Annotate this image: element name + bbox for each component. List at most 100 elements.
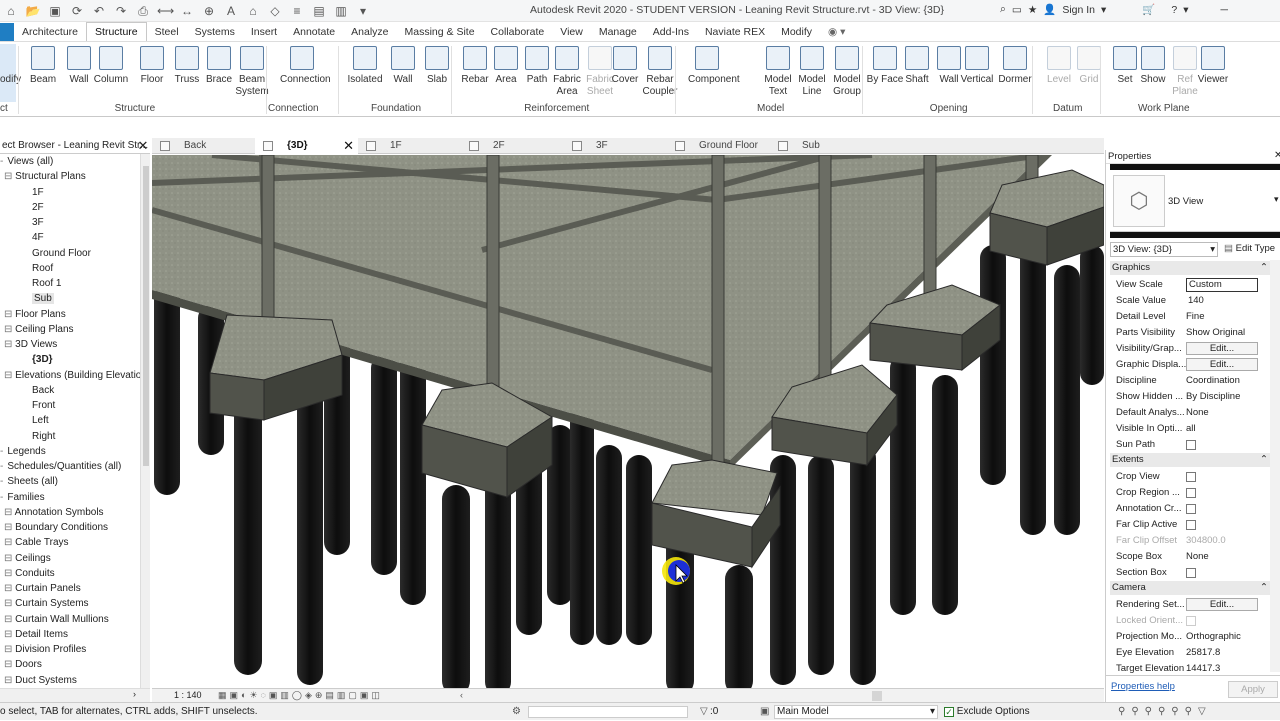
expand-toggle-icon[interactable]: ⊟ — [4, 339, 15, 350]
checkbox[interactable] — [1186, 472, 1196, 482]
ribbon-tab-naviate-rex[interactable]: Naviate REX — [697, 23, 773, 41]
browser-node[interactable]: ⊟ Doors — [0, 657, 140, 672]
browser-node[interactable]: Front — [0, 398, 140, 413]
opening-panel-label[interactable]: Opening — [930, 103, 968, 114]
measure-icon[interactable]: ⟷ — [157, 3, 174, 19]
save-icon[interactable]: ▣ — [47, 3, 63, 19]
3d-view-icon[interactable]: ⌂ — [245, 3, 261, 19]
property-value[interactable]: None — [1186, 405, 1262, 421]
beam-button[interactable]: Beam — [24, 44, 62, 86]
beam-system-button[interactable]: Beam System — [230, 44, 274, 98]
browser-node[interactable]: ⊟ Ceilings — [0, 551, 140, 566]
design-option-dropdown[interactable]: Main Model ▾ — [774, 705, 938, 719]
property-group-header[interactable]: Camera ⌃ — [1110, 581, 1272, 595]
expand-toggle-icon[interactable]: - — [0, 492, 3, 503]
chevron-down-icon[interactable]: ▾ — [1183, 4, 1188, 16]
ribbon-tab-modify[interactable]: Modify — [773, 23, 820, 41]
property-group-header[interactable]: Extents ⌃ — [1110, 453, 1272, 467]
view-instance-selector[interactable]: 3D View: {3D} ▾ — [1110, 242, 1218, 257]
print-icon[interactable]: ⎙ — [135, 3, 151, 19]
browser-node[interactable]: ⊟ Conduits — [0, 566, 140, 581]
browser-node[interactable]: 4F — [0, 230, 140, 245]
expand-toggle-icon[interactable]: ⊟ — [4, 629, 15, 640]
customize-qat-icon[interactable]: ▾ — [355, 3, 371, 19]
ribbon-tab-annotate[interactable]: Annotate — [285, 23, 343, 41]
scroll-right-icon[interactable]: › — [133, 689, 136, 699]
sign-in-link[interactable]: Sign In — [1062, 4, 1095, 16]
tag-icon[interactable]: ⊕ — [201, 3, 217, 19]
vertical-button[interactable]: Vertical — [958, 44, 996, 86]
browser-node[interactable]: 1F — [0, 185, 140, 200]
contextual-tab-icon[interactable]: ◉ ▾ — [820, 23, 853, 41]
open-icon[interactable]: 📂 — [25, 3, 41, 19]
expand-toggle-icon[interactable]: ⊟ — [4, 370, 15, 381]
project-browser-hscrollbar[interactable]: › — [0, 688, 150, 702]
browser-node[interactable]: - Views (all) — [0, 154, 140, 169]
view-tab[interactable]: 1F — [358, 138, 461, 154]
property-value[interactable]: 1:140 — [1186, 293, 1262, 309]
column-button[interactable]: Column — [92, 44, 130, 86]
project-browser-scrollbar[interactable] — [140, 154, 150, 688]
scrollbar-thumb[interactable] — [872, 691, 882, 701]
browser-node[interactable]: ⊟ Ceiling Plans — [0, 322, 140, 337]
expand-toggle-icon[interactable]: ⊟ — [4, 553, 15, 564]
help-search-icon[interactable]: ▭ — [1012, 4, 1022, 16]
ribbon-tab-structure[interactable]: Structure — [86, 22, 147, 41]
ribbon-tab-collaborate[interactable]: Collaborate — [483, 23, 553, 41]
component-button[interactable]: Component — [688, 44, 740, 86]
workset-dropdown[interactable] — [528, 706, 688, 718]
chevron-down-icon[interactable]: ▾ — [1101, 4, 1106, 16]
isolated-button[interactable]: Isolated — [346, 44, 384, 86]
edit-button[interactable]: Edit... — [1186, 342, 1258, 355]
browser-node[interactable]: ⊟ Cable Trays — [0, 535, 140, 550]
property-value[interactable]: Fine — [1186, 309, 1262, 325]
selection-option-icons[interactable]: ⚲⚲⚲⚲⚲⚲▽ — [1118, 703, 1212, 721]
expand-toggle-icon[interactable]: ⊟ — [4, 659, 15, 670]
checkbox[interactable] — [1186, 616, 1196, 626]
switch-windows-icon[interactable]: ▥ — [333, 3, 349, 19]
filter-icon[interactable]: ▽ — [700, 703, 708, 721]
browser-node[interactable]: - Sheets (all) — [0, 474, 140, 489]
browser-node[interactable]: ⊟ Boundary Conditions — [0, 520, 140, 535]
floor-button[interactable]: Floor — [133, 44, 171, 86]
collapse-icon[interactable]: ⌃ — [1260, 453, 1268, 467]
thin-lines-icon[interactable]: ≡ — [289, 3, 305, 19]
ribbon-tab-add-ins[interactable]: Add-Ins — [645, 23, 697, 41]
property-value[interactable]: Edit... — [1186, 597, 1262, 613]
edit-type-button[interactable]: ▤ Edit Type — [1224, 243, 1275, 254]
view-tab[interactable]: 2F — [461, 138, 564, 154]
help-icon[interactable]: ? — [1171, 4, 1177, 16]
property-value[interactable]: all — [1186, 421, 1262, 437]
expand-toggle-icon[interactable]: - — [0, 461, 3, 472]
close-icon[interactable]: ✕ — [137, 138, 149, 154]
viewer-button[interactable]: Viewer — [1194, 44, 1232, 86]
expand-toggle-icon[interactable]: - — [0, 446, 3, 457]
foundation-panel-label[interactable]: Foundation — [371, 103, 421, 114]
minimize-icon[interactable]: ─ — [1221, 4, 1228, 16]
browser-node[interactable]: Roof — [0, 261, 140, 276]
ribbon-tab-manage[interactable]: Manage — [591, 23, 645, 41]
expand-toggle-icon[interactable]: ⊟ — [4, 644, 15, 655]
browser-node[interactable]: 2F — [0, 200, 140, 215]
browser-node[interactable]: ⊟ Division Profiles — [0, 642, 140, 657]
browser-node[interactable]: ⊟ Structural Plans — [0, 169, 140, 184]
property-value[interactable]: Coordination — [1186, 373, 1262, 389]
modify-button[interactable]: odify — [0, 44, 21, 102]
browser-node[interactable]: - Families — [0, 490, 140, 505]
ribbon-tab-analyze[interactable]: Analyze — [343, 23, 396, 41]
browser-node[interactable]: Left — [0, 413, 140, 428]
view-tab[interactable]: Back — [152, 138, 255, 154]
expand-toggle-icon[interactable]: ⊟ — [4, 537, 15, 548]
browser-node[interactable]: Sub — [0, 291, 140, 306]
browser-node[interactable]: ⊟ Duct Systems — [0, 673, 140, 688]
connection-button[interactable]: Connection — [280, 44, 331, 86]
type-selector[interactable]: ⬡ 3D View ▾ — [1110, 170, 1280, 232]
ribbon-tab-insert[interactable]: Insert — [243, 23, 285, 41]
view-control-icons[interactable]: ▦▣◐☀◌▣▥◯◈⊕▤▥▢▣◫ — [218, 689, 383, 702]
browser-node[interactable]: Roof 1 — [0, 276, 140, 291]
view-tab[interactable]: Sub — [770, 138, 873, 154]
exclude-options-toggle[interactable]: ✓ Exclude Options — [944, 703, 1030, 721]
subscription-icon[interactable]: ★ — [1028, 4, 1037, 16]
browser-node[interactable]: Right — [0, 429, 140, 444]
browser-node[interactable]: ⊟ Curtain Wall Mullions — [0, 612, 140, 627]
